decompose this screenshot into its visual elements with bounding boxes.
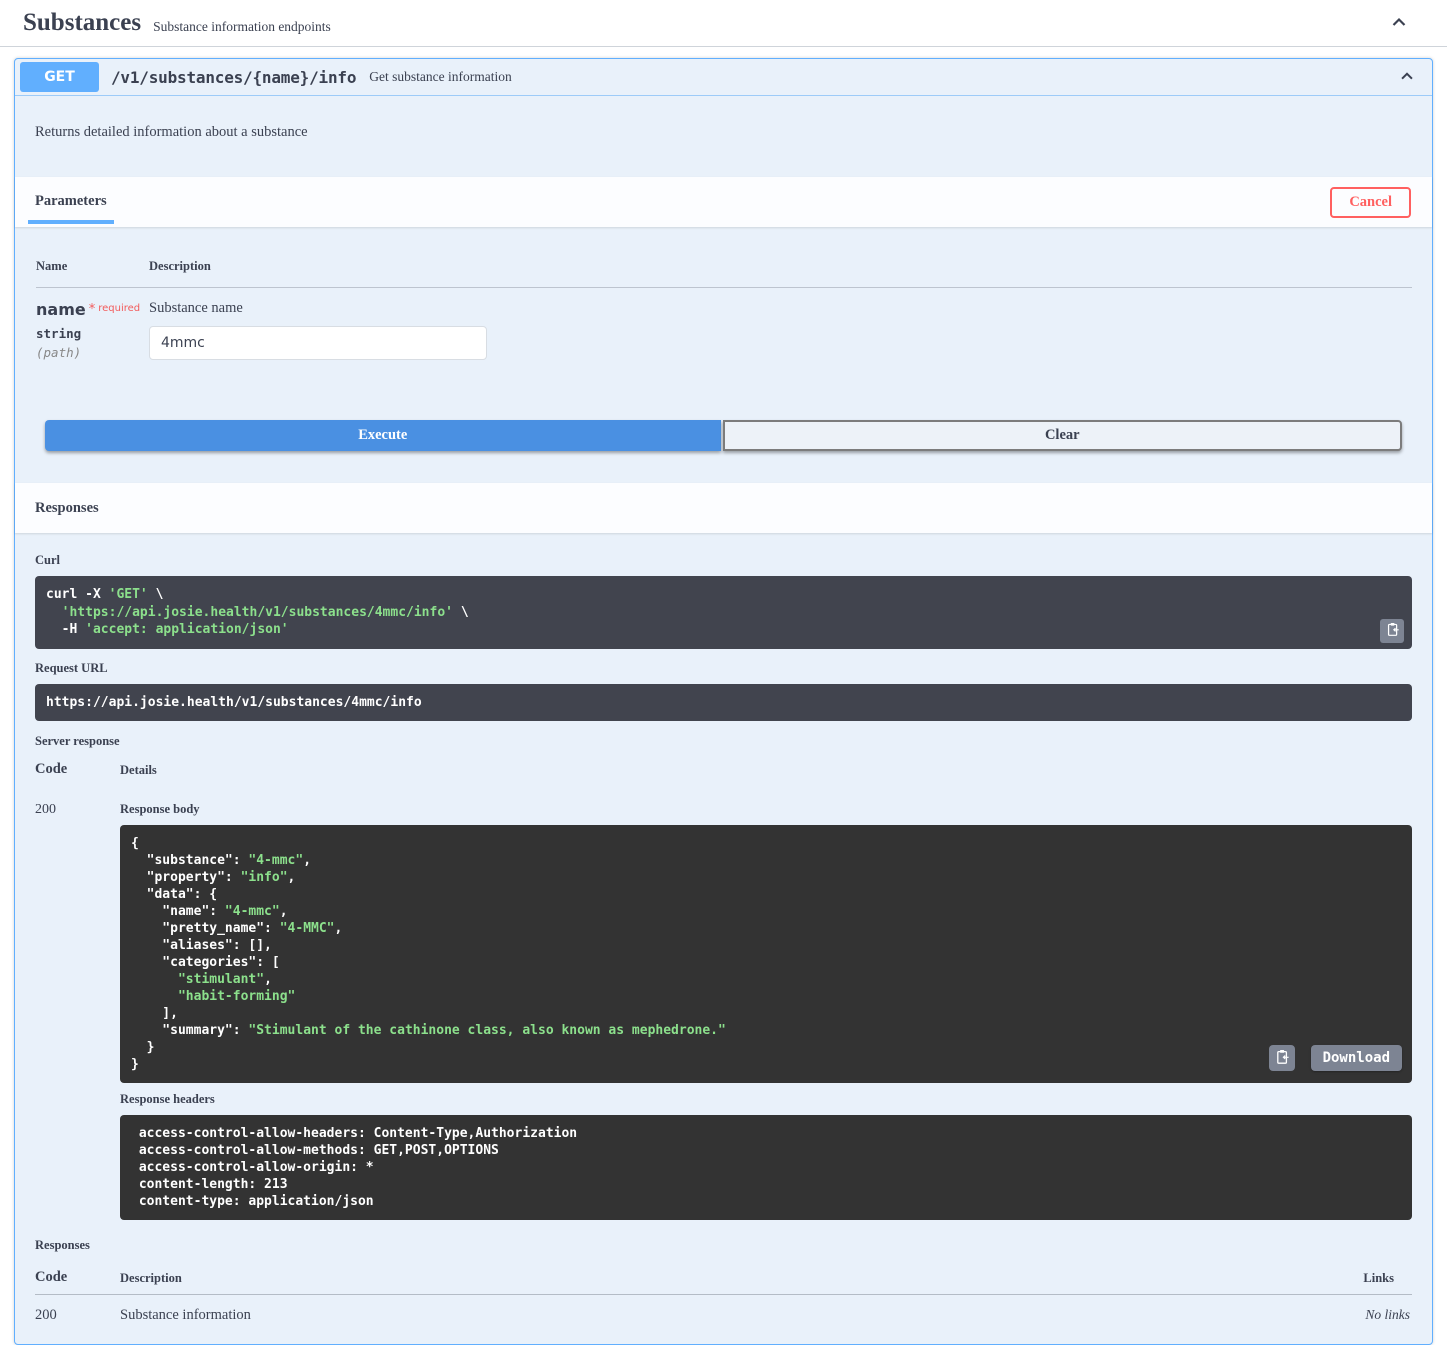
request-url-block: https://api.josie.health/v1/substances/4… <box>35 684 1412 722</box>
endpoint-summary: Get substance information <box>369 69 511 85</box>
tab-parameters[interactable]: Parameters <box>28 177 114 227</box>
column-header-code: Code <box>35 761 120 778</box>
required-asterisk: * <box>89 302 96 317</box>
column-header-code: Code <box>35 1269 120 1286</box>
responses-title: Responses <box>35 500 99 517</box>
response-status-code: 200 <box>35 802 120 1220</box>
doc-response-links: No links <box>1272 1307 1412 1324</box>
documented-responses-label: Responses <box>35 1238 1412 1253</box>
parameter-location: (path) <box>36 345 149 360</box>
parameters-header: Parameters Cancel <box>15 177 1432 227</box>
column-header-name: Name <box>36 259 149 274</box>
opblock-collapse-button[interactable] <box>1397 67 1417 88</box>
clear-button[interactable]: Clear <box>723 420 1403 451</box>
copy-response-button[interactable] <box>1269 1045 1295 1071</box>
execute-wrapper: Execute Clear <box>15 388 1432 483</box>
parameters-table-header: Name Description <box>36 247 1412 288</box>
tab-parameters-label: Parameters <box>28 193 114 210</box>
doc-response-description: Substance information <box>120 1307 1272 1324</box>
tab-active-underline <box>28 220 114 224</box>
response-body-label: Response body <box>120 802 1412 817</box>
endpoint-path: /v1/substances/{name}/info <box>111 68 356 87</box>
doc-response-code: 200 <box>35 1307 120 1324</box>
clipboard-copy-icon <box>1274 1049 1290 1068</box>
live-response-table-header: Code Details <box>35 761 1412 778</box>
clipboard-copy-icon <box>1385 622 1400 640</box>
parameter-description: Substance name <box>149 300 1412 317</box>
section-subtitle: Substance information endpoints <box>153 19 331 35</box>
endpoint-description: Returns detailed information about a sub… <box>15 96 1432 177</box>
curl-command-block: curl -X 'GET' \ 'https://api.josie.healt… <box>35 576 1412 649</box>
section-collapse-button[interactable] <box>1388 12 1410 35</box>
column-header-description: Description <box>149 259 1412 274</box>
documented-response-row: 200 Substance information No links <box>35 1295 1412 1344</box>
column-header-details: Details <box>120 763 1412 778</box>
parameter-row: name*required string (path) Substance na… <box>36 288 1412 360</box>
documented-responses-header: Code Description Links <box>35 1253 1412 1295</box>
curl-label: Curl <box>35 553 1412 568</box>
parameters-table: Name Description name*required string (p… <box>15 227 1432 388</box>
opblock-get-substance-info: GET /v1/substances/{name}/info Get subst… <box>14 58 1433 1345</box>
live-response-row: 200 Response body { "substance": "4-mmc"… <box>35 802 1412 1220</box>
response-body-controls: Download <box>1269 1045 1402 1071</box>
parameter-meta: name*required string (path) <box>36 300 149 360</box>
parameter-name: name <box>36 300 86 319</box>
chevron-up-icon <box>1397 67 1417 88</box>
parameter-type: string <box>36 326 149 341</box>
http-method-badge: GET <box>20 62 99 92</box>
response-headers-label: Response headers <box>120 1092 1412 1107</box>
request-url-label: Request URL <box>35 661 1412 676</box>
parameter-value-input[interactable] <box>149 326 487 360</box>
section-header: Substances Substance information endpoin… <box>0 0 1447 47</box>
execute-button[interactable]: Execute <box>45 420 721 451</box>
responses-area: Curl curl -X 'GET' \ 'https://api.josie.… <box>15 533 1432 1344</box>
opblock-summary[interactable]: GET /v1/substances/{name}/info Get subst… <box>15 59 1432 96</box>
required-label: required <box>98 303 140 314</box>
chevron-up-icon <box>1388 12 1410 35</box>
response-body-block: { "substance": "4-mmc", "property": "inf… <box>120 825 1412 1083</box>
response-headers-block: access-control-allow-headers: Content-Ty… <box>120 1115 1412 1220</box>
section-title: Substances <box>23 9 141 37</box>
cancel-button[interactable]: Cancel <box>1330 187 1411 218</box>
server-response-label: Server response <box>35 734 1412 749</box>
column-header-links: Links <box>1272 1271 1412 1286</box>
request-url-value: https://api.josie.health/v1/substances/4… <box>46 695 422 710</box>
responses-header: Responses <box>15 483 1432 533</box>
copy-curl-button[interactable] <box>1380 619 1404 643</box>
download-button[interactable]: Download <box>1311 1045 1402 1071</box>
column-header-description: Description <box>120 1271 1272 1286</box>
